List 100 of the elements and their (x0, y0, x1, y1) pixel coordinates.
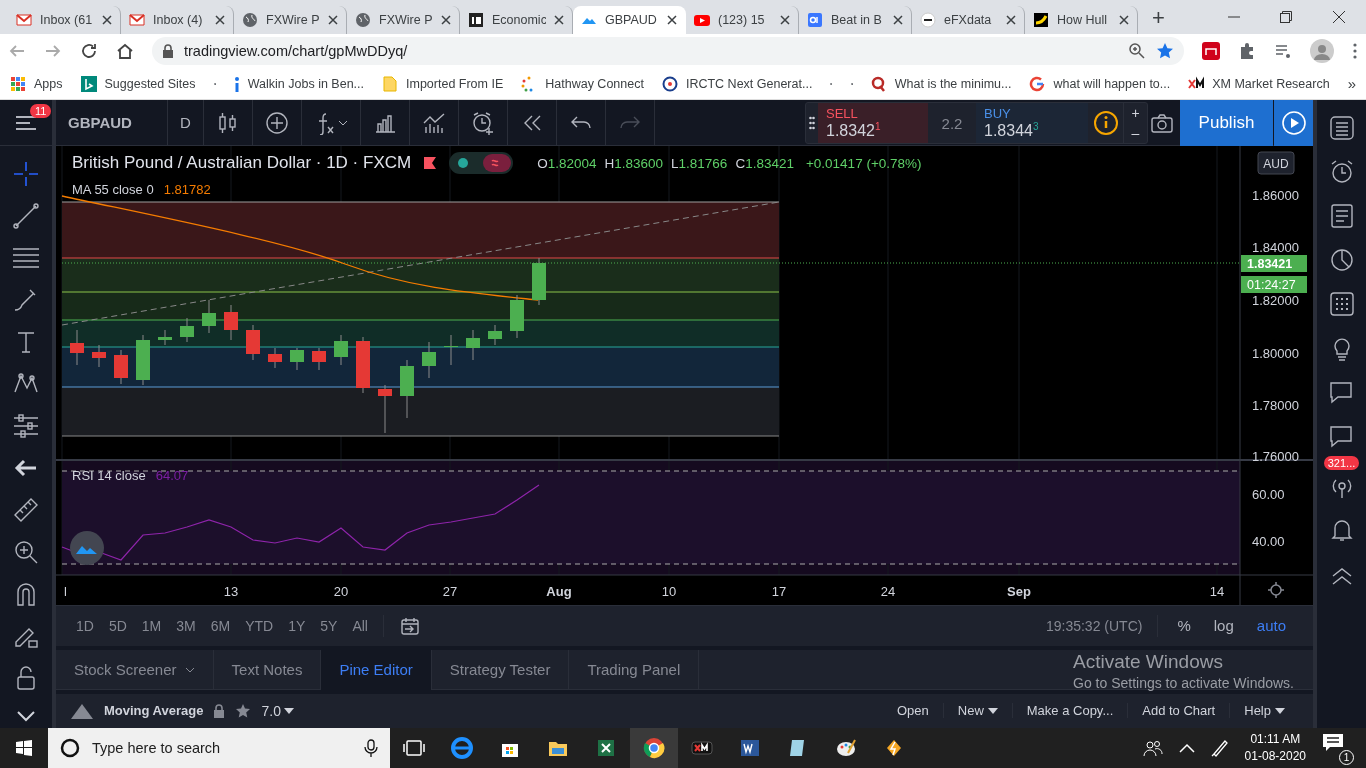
bookmark[interactable]: IRCTC Next Generat... (661, 75, 813, 92)
range-button[interactable]: 1M (141, 617, 162, 634)
alarm-plus-icon[interactable] (470, 110, 495, 135)
bookmark[interactable]: Walkin Jobs in Ben... (233, 75, 364, 92)
range-button[interactable]: All (352, 617, 368, 634)
reload-icon[interactable] (80, 42, 98, 60)
panel-tab[interactable]: Pine Editor (321, 649, 432, 690)
toggle-switch[interactable] (449, 152, 514, 174)
panel-tab[interactable]: Stock Screener (56, 649, 214, 690)
spreadsheet-icon[interactable] (595, 737, 617, 759)
ruler-icon[interactable] (12, 496, 40, 524)
range-button[interactable]: 5D (108, 617, 127, 634)
sliders-icon[interactable] (12, 412, 40, 440)
more-icon[interactable] (1352, 42, 1358, 60)
restore-icon[interactable] (1280, 11, 1292, 23)
info-icon[interactable] (1092, 110, 1119, 136)
version-select[interactable]: 7.0 (261, 702, 294, 719)
people-icon[interactable] (1142, 739, 1163, 757)
swoosh-logo-icon (1033, 12, 1049, 28)
publish-button[interactable]: Publish (1180, 100, 1273, 146)
editor-action[interactable]: Add to Chart (1127, 703, 1230, 719)
indicator-chart-icon[interactable] (421, 110, 446, 135)
range-button[interactable]: 5Y (320, 617, 338, 634)
playlist-icon[interactable] (1274, 42, 1292, 60)
panel-tab[interactable]: Strategy Tester (431, 649, 570, 690)
pen-icon[interactable] (1210, 739, 1229, 757)
bookmark[interactable]: Apps (10, 75, 63, 92)
bing-icon (80, 75, 97, 92)
symbol-search[interactable]: GBPAUD (56, 99, 168, 146)
stepper-button[interactable]: – (1124, 123, 1147, 143)
plus-circle-icon[interactable] (264, 110, 289, 135)
close-icon[interactable] (102, 15, 112, 25)
bookmark[interactable]: Hathway Connect (521, 75, 644, 92)
scale-option[interactable]: % (1173, 617, 1195, 635)
range-button[interactable]: 1D (76, 617, 94, 634)
panel-tab[interactable]: Trading Panel (569, 649, 700, 690)
settings-icon[interactable] (1267, 581, 1285, 599)
caret-icon[interactable] (337, 119, 348, 126)
palette-icon[interactable] (835, 737, 857, 759)
close-icon[interactable] (215, 15, 225, 25)
menu-icon[interactable] (14, 113, 38, 132)
close-icon[interactable] (893, 15, 903, 25)
replay-button[interactable] (1274, 100, 1313, 146)
chevron-up-icon[interactable] (1178, 743, 1195, 753)
scale-option[interactable]: log (1209, 617, 1238, 635)
close-icon[interactable] (1119, 15, 1129, 25)
browser-tab[interactable]: GBPAUD (573, 6, 686, 34)
grid-icon[interactable] (1327, 290, 1356, 318)
address-bar[interactable]: tradingview.com/chart/gpMwDDyq/ (152, 37, 1184, 65)
candlestick (312, 347, 326, 371)
document-app-icon[interactable] (739, 737, 761, 759)
close-icon[interactable] (1332, 10, 1346, 24)
camera-icon[interactable] (1150, 112, 1174, 134)
home-icon[interactable] (116, 42, 134, 60)
close-icon[interactable] (328, 15, 338, 25)
bookmark[interactable]: Suggested Sites (80, 75, 196, 92)
extension-badge-icon[interactable] (1202, 42, 1220, 60)
bookmark[interactable]: What is the minimu... (870, 75, 1012, 92)
close-icon[interactable] (1006, 15, 1016, 25)
range-button[interactable]: 1Y (288, 617, 306, 634)
chrome-icon[interactable] (643, 737, 665, 759)
editor-action[interactable]: Make a Copy... (1011, 703, 1128, 719)
list-icon[interactable] (1327, 114, 1356, 142)
zoom-in-icon[interactable] (12, 538, 40, 566)
sell-button[interactable]: SELL 1.8342$^{1}$ (818, 103, 928, 143)
avatar-icon[interactable] (1310, 39, 1334, 63)
star-icon[interactable] (1156, 42, 1174, 60)
bookmark[interactable]: what will happen to... (1029, 75, 1171, 92)
microphone-icon[interactable] (364, 739, 378, 757)
puzzle-icon[interactable] (1238, 42, 1256, 60)
flag-icon[interactable] (423, 156, 438, 170)
more-bookmarks-button[interactable]: » (1347, 75, 1356, 92)
close-icon[interactable] (780, 15, 790, 25)
drag-handle-icon[interactable] (809, 116, 815, 130)
scale-option[interactable]: auto (1252, 617, 1290, 635)
range-button[interactable]: 3M (176, 617, 196, 634)
task-view-icon[interactable] (403, 737, 425, 759)
bookmark[interactable]: Imported From IE (382, 75, 504, 92)
interval-button[interactable]: D (168, 99, 204, 146)
star-icon[interactable] (235, 702, 252, 719)
action-center-icon[interactable] (1322, 733, 1344, 753)
close-icon[interactable] (441, 15, 451, 25)
stepper-button[interactable]: + (1124, 103, 1147, 123)
currency-button[interactable]: AUD (1257, 151, 1295, 175)
browser-e-icon[interactable] (451, 737, 473, 759)
bookmark[interactable]: XM Market Research (1188, 75, 1330, 92)
editor-action[interactable]: New (942, 703, 1012, 719)
taskbar-search-field[interactable]: Type here to search (90, 739, 354, 757)
zoom-icon[interactable] (1128, 42, 1146, 60)
editor-action[interactable]: Open (882, 703, 943, 719)
buy-button[interactable]: BUY 1.8344$^{3}$ (976, 103, 1088, 143)
crosshair-icon[interactable] (12, 160, 40, 188)
close-icon[interactable] (554, 15, 564, 25)
trend-line-icon[interactable] (12, 202, 40, 230)
range-button[interactable]: 6M (210, 617, 231, 634)
close-icon[interactable] (667, 15, 677, 25)
editor-action[interactable]: Help (1229, 703, 1299, 719)
range-button[interactable]: YTD (245, 617, 274, 634)
new-tab-button[interactable]: + (1152, 4, 1165, 34)
search-box[interactable]: Type here to search (48, 728, 390, 768)
